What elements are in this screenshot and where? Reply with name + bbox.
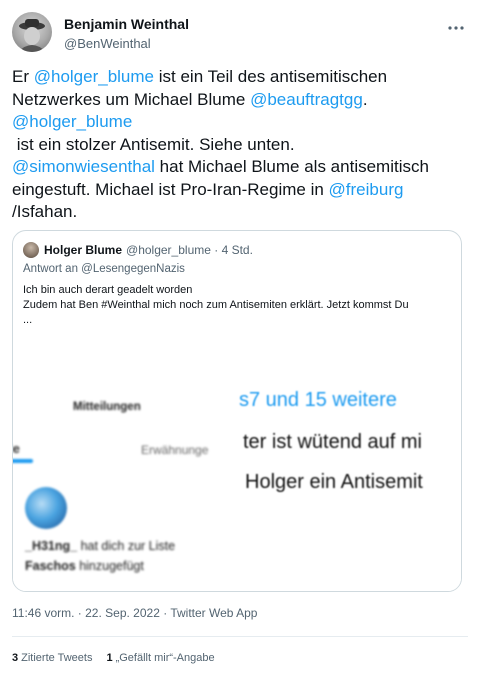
tweet-text-segment: Er (12, 67, 34, 86)
mention-link[interactable]: @beauftragtgg (250, 90, 363, 109)
quoted-author-avatar (23, 242, 39, 258)
tweet-header: Benjamin Weinthal @BenWeinthal (12, 10, 468, 58)
tweet-text-segment: . (362, 89, 368, 109)
more-icon[interactable] (446, 18, 466, 38)
image-text-tab-fragment: le (13, 441, 20, 456)
image-notification-text-1: hat dich zur Liste (77, 539, 176, 553)
quote-tweets-stat[interactable]: 3 Zitierte Tweets (12, 652, 92, 664)
tweet-timestamp[interactable]: 11:46 vorm. · 22. Sep. 2022 · Twitter We… (12, 606, 257, 620)
author-handle[interactable]: @BenWeinthal (64, 36, 151, 51)
image-text-big-2: ter ist wütend auf mi (243, 431, 422, 453)
quoted-tweet[interactable]: Holger Blume @holger_blume · 4 Std. Antw… (12, 230, 462, 592)
mention-link[interactable]: @holger_blume (34, 67, 154, 86)
quoted-line-3: ... (23, 314, 33, 326)
tweet-text: Er @holger_blume ist ein Teil des antise… (12, 66, 468, 224)
mention-link[interactable]: @freiburg (329, 180, 404, 199)
like-label: „Gefällt mir“-Angabe (115, 652, 215, 664)
image-text-big-1: s7 und 15 weitere (239, 389, 397, 411)
quoted-author-handle: @holger_blume · 4 Std. (126, 243, 253, 257)
image-text-big-3: Holger ein Antisemit (245, 471, 423, 493)
quote-label: Zitierte Tweets (21, 652, 93, 664)
screenshot-tweet-fragment: s7 und 15 weitere ter ist wütend auf mi … (239, 359, 461, 591)
quoted-reply-to: Antwort an @LesengegenNazis (23, 263, 185, 275)
mention-link[interactable]: @holger_blume (12, 112, 132, 131)
divider (12, 636, 468, 637)
quoted-line-1: Ich bin auch derart geadelt worden (23, 284, 193, 296)
tweet-text-segment: ist ein stolzer Antisemit. Siehe unten. (16, 134, 295, 154)
likes-stat[interactable]: 1 „Gefällt mir“-Angabe (106, 652, 214, 664)
image-tab-indicator (13, 459, 33, 463)
author-name[interactable]: Benjamin Weinthal (64, 16, 189, 32)
image-text-erwaehnungen: Erwähnunge (141, 443, 209, 457)
image-notification-list: Faschos (25, 559, 76, 573)
quoted-tweet-text: Ich bin auch derart geadelt worden Zudem… (23, 283, 453, 328)
mention-link[interactable]: @simonwiesenthal (12, 157, 155, 176)
image-notification-line-2: Faschos hinzugefügt (25, 559, 144, 573)
quoted-line-2: Zudem hat Ben #Weinthal mich noch zum An… (23, 299, 409, 311)
image-notification-avatar (25, 487, 67, 529)
quoted-tweet-image[interactable]: Mitteilungen le Erwähnunge _H31ng_ hat d… (13, 359, 461, 591)
tweet-stats: 3 Zitierte Tweets 1 „Gefällt mir“-Angabe (12, 652, 229, 664)
quoted-tweet-header: Holger Blume @holger_blume · 4 Std. (23, 241, 253, 259)
quoted-author-name: Holger Blume (44, 243, 123, 257)
quote-count: 3 (12, 652, 19, 664)
tweet-text-segment: /Isfahan. (12, 202, 78, 221)
image-notification-line-1: _H31ng_ hat dich zur Liste (25, 539, 175, 553)
screenshot-notifications-panel: Mitteilungen le Erwähnunge _H31ng_ hat d… (13, 359, 239, 591)
like-count: 1 (106, 652, 113, 664)
image-text-mitteilungen: Mitteilungen (73, 401, 141, 413)
image-notification-user: _H31ng_ (25, 539, 78, 553)
image-notification-text-2: hinzugefügt (75, 559, 144, 573)
author-avatar[interactable] (12, 12, 52, 52)
